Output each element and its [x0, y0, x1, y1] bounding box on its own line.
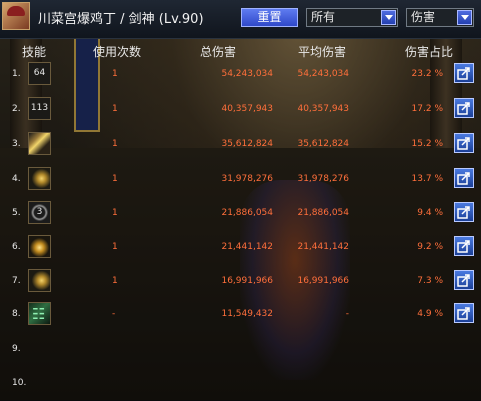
- average-damage: 31,978,276: [297, 174, 349, 184]
- total-damage: 31,978,276: [221, 174, 273, 184]
- skill-icon: [28, 269, 51, 292]
- row-index: 8.: [12, 309, 21, 319]
- skill-icon: 3: [28, 201, 51, 224]
- total-damage: 21,441,142: [221, 242, 273, 252]
- player-avatar: [2, 2, 30, 30]
- chevron-down-icon[interactable]: [457, 10, 472, 25]
- share-icon[interactable]: [454, 98, 474, 118]
- damage-share: 13.7 %: [411, 174, 443, 184]
- average-damage: -: [345, 309, 349, 319]
- average-damage: 21,441,142: [297, 242, 349, 252]
- damage-share: 9.4 %: [417, 208, 443, 218]
- row-index: 4.: [12, 174, 21, 184]
- skill-icon: 64: [28, 62, 51, 85]
- total-damage: 16,991,966: [221, 276, 273, 286]
- reset-button[interactable]: 重置: [241, 8, 298, 27]
- average-damage: 54,243,034: [297, 69, 349, 79]
- share-icon[interactable]: [454, 303, 474, 323]
- row-index: 7.: [12, 276, 21, 286]
- row-index: 6.: [12, 242, 21, 252]
- skill-icon: ☷: [28, 302, 51, 325]
- table-row: 5. 3 1 21,886,054 21,886,054 9.4 %: [0, 197, 481, 231]
- table-row: 8. ☷ - 11,549,432 - 4.9 %: [0, 298, 481, 332]
- use-count: 1: [112, 276, 118, 286]
- stats-header: 川菜宫爆鸡丁 / 剑神 (Lv.90) 重置 所有 伤害: [0, 0, 481, 39]
- skill-icon: 113: [28, 97, 51, 120]
- average-damage: 21,886,054: [297, 208, 349, 218]
- damage-share: 4.9 %: [417, 309, 443, 319]
- damage-share: 23.2 %: [411, 69, 443, 79]
- row-index: 1.: [12, 69, 21, 79]
- row-index: 5.: [12, 208, 21, 218]
- average-damage: 40,357,943: [297, 104, 349, 114]
- table-row: 3. 1 35,612,824 35,612,824 15.2 %: [0, 128, 481, 162]
- damage-share: 9.2 %: [417, 242, 443, 252]
- average-damage: 35,612,824: [297, 139, 349, 149]
- row-index: 2.: [12, 104, 21, 114]
- table-row: 6. 1 21,441,142 21,441,142 9.2 %: [0, 231, 481, 265]
- table-row: 1. 64 1 54,243,034 54,243,034 23.2 %: [0, 58, 481, 92]
- use-count: 1: [112, 104, 118, 114]
- table-row: 9.: [0, 333, 481, 367]
- table-row: 7. 1 16,991,966 16,991,966 7.3 %: [0, 265, 481, 299]
- use-count: -: [112, 309, 116, 319]
- share-icon[interactable]: [454, 270, 474, 290]
- share-icon[interactable]: [454, 133, 474, 153]
- share-icon[interactable]: [454, 168, 474, 188]
- total-damage: 35,612,824: [221, 139, 273, 149]
- total-damage: 40,357,943: [221, 104, 273, 114]
- total-damage: 21,886,054: [221, 208, 273, 218]
- skill-icon: [28, 235, 51, 258]
- share-icon[interactable]: [454, 202, 474, 222]
- skill-icon: [28, 132, 51, 155]
- share-icon[interactable]: [454, 236, 474, 256]
- total-damage: 54,243,034: [221, 69, 273, 79]
- use-count: 1: [112, 242, 118, 252]
- use-count: 1: [112, 208, 118, 218]
- total-damage: 11,549,432: [221, 309, 273, 319]
- chevron-down-icon[interactable]: [381, 10, 396, 25]
- skill-icon: [28, 167, 51, 190]
- table-row: 10.: [0, 367, 481, 401]
- filter-select[interactable]: 所有: [306, 8, 398, 27]
- share-icon[interactable]: [454, 63, 474, 83]
- use-count: 1: [112, 69, 118, 79]
- damage-share: 15.2 %: [411, 139, 443, 149]
- filter-select-value: 所有: [311, 10, 336, 24]
- table-row: 2. 113 1 40,357,943 40,357,943 17.2 %: [0, 93, 481, 127]
- row-index: 3.: [12, 139, 21, 149]
- use-count: 1: [112, 174, 118, 184]
- average-damage: 16,991,966: [297, 276, 349, 286]
- row-index: 10.: [12, 378, 27, 388]
- metric-select-value: 伤害: [411, 10, 436, 24]
- row-index: 9.: [12, 344, 21, 354]
- use-count: 1: [112, 139, 118, 149]
- player-title: 川菜宫爆鸡丁 / 剑神 (Lv.90): [38, 12, 204, 27]
- table-row: 4. 1 31,978,276 31,978,276 13.7 %: [0, 163, 481, 197]
- damage-share: 7.3 %: [417, 276, 443, 286]
- metric-select[interactable]: 伤害: [406, 8, 474, 27]
- damage-share: 17.2 %: [411, 104, 443, 114]
